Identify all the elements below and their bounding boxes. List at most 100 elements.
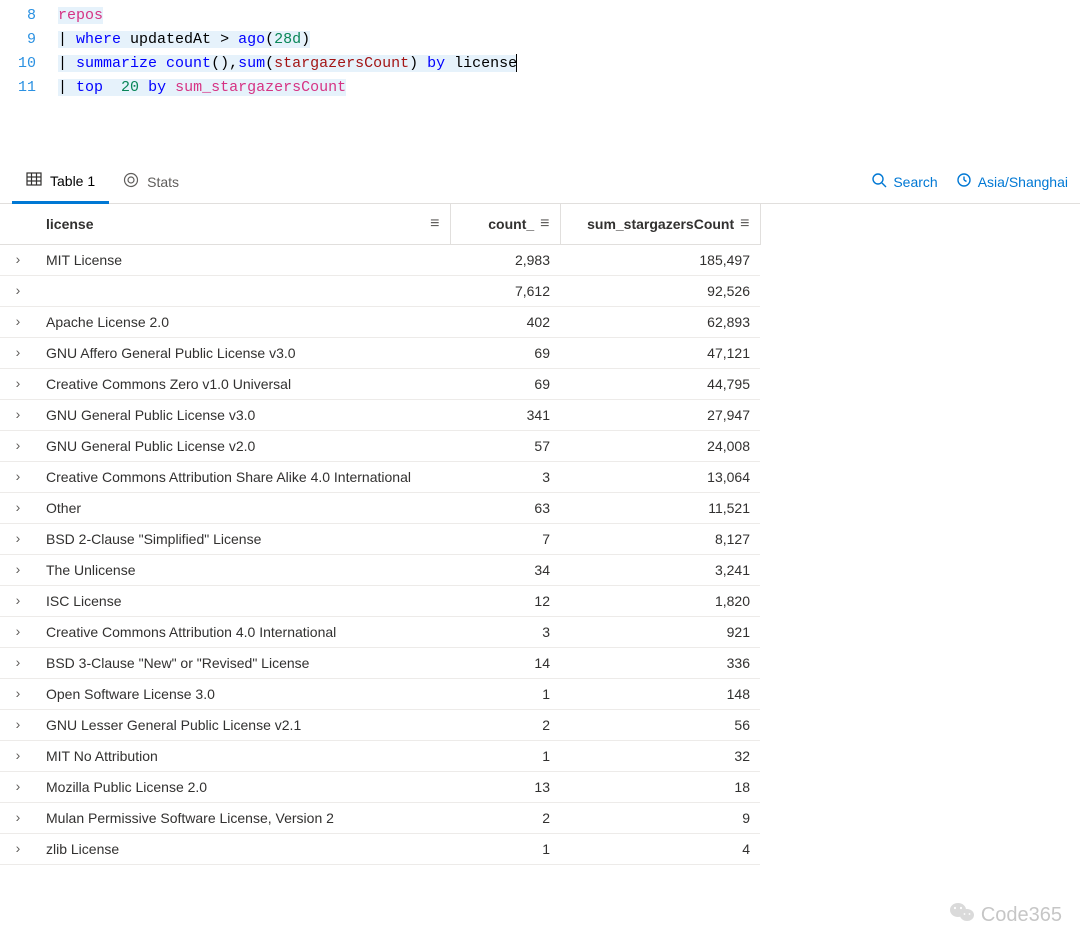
expand-row-button[interactable]: › [0, 740, 36, 771]
cell-sum: 921 [560, 616, 760, 647]
expand-row-button[interactable]: › [0, 275, 36, 306]
cell-sum: 18 [560, 771, 760, 802]
expand-row-button[interactable]: › [0, 523, 36, 554]
tab-stats[interactable]: Stats [109, 160, 193, 203]
table-row[interactable]: ›Mozilla Public License 2.01318 [0, 771, 760, 802]
cell-count: 13 [450, 771, 560, 802]
expand-row-button[interactable]: › [0, 585, 36, 616]
cell-count: 14 [450, 647, 560, 678]
expand-row-button[interactable]: › [0, 430, 36, 461]
table-row[interactable]: ›7,61292,526 [0, 275, 760, 306]
expand-row-button[interactable]: › [0, 554, 36, 585]
expand-row-button[interactable]: › [0, 492, 36, 523]
chevron-right-icon: › [16, 778, 21, 794]
table-row[interactable]: ›BSD 3-Clause "New" or "Revised" License… [0, 647, 760, 678]
expand-row-button[interactable]: › [0, 771, 36, 802]
editor-line[interactable]: 10| summarize count(),sum(stargazersCoun… [0, 52, 1080, 76]
code-content[interactable]: | where updatedAt > ago(28d) [58, 28, 1080, 52]
column-menu-icon[interactable]: ≡ [540, 216, 549, 232]
table-row[interactable]: ›MIT License2,983185,497 [0, 244, 760, 275]
code-content[interactable]: repos [58, 4, 1080, 28]
table-row[interactable]: ›Creative Commons Attribution 4.0 Intern… [0, 616, 760, 647]
cell-count: 2,983 [450, 244, 560, 275]
results-table: license ≡ count_ ≡ sum_stargazersCount ≡… [0, 204, 761, 865]
search-icon [871, 172, 887, 191]
cell-count: 12 [450, 585, 560, 616]
chevron-right-icon: › [16, 313, 21, 329]
search-button[interactable]: Search [871, 172, 937, 191]
expand-row-button[interactable]: › [0, 399, 36, 430]
table-row[interactable]: ›BSD 2-Clause "Simplified" License78,127 [0, 523, 760, 554]
table-row[interactable]: › Mulan Permissive Software License, Vers… [0, 802, 760, 833]
cell-license: GNU General Public License v3.0 [36, 399, 450, 430]
cell-sum: 3,241 [560, 554, 760, 585]
column-expand [0, 204, 36, 244]
cell-license: Open Software License 3.0 [36, 678, 450, 709]
cell-license: Creative Commons Attribution 4.0 Interna… [36, 616, 450, 647]
timezone-button[interactable]: Asia/Shanghai [956, 172, 1068, 191]
cell-count: 69 [450, 368, 560, 399]
cell-count: 69 [450, 337, 560, 368]
code-content[interactable]: | summarize count(),sum(stargazersCount)… [58, 52, 1080, 76]
chevron-right-icon: › [16, 344, 21, 360]
editor-line[interactable]: 8repos [0, 4, 1080, 28]
text-cursor [516, 54, 517, 72]
expand-row-button[interactable]: › [0, 244, 36, 275]
chevron-right-icon: › [16, 685, 21, 701]
line-number: 8 [0, 4, 58, 28]
column-menu-icon[interactable]: ≡ [430, 216, 439, 232]
table-row[interactable]: ›MIT No Attribution132 [0, 740, 760, 771]
table-row[interactable]: ›GNU Lesser General Public License v2.12… [0, 709, 760, 740]
cell-license: MIT No Attribution [36, 740, 450, 771]
expand-row-button[interactable]: › [0, 833, 36, 864]
cell-sum: 27,947 [560, 399, 760, 430]
cell-sum: 8,127 [560, 523, 760, 554]
chevron-right-icon: › [16, 406, 21, 422]
column-menu-icon[interactable]: ≡ [740, 216, 749, 232]
chevron-right-icon: › [16, 840, 21, 856]
cell-sum: 9 [560, 802, 760, 833]
cell-license: Mulan Permissive Software License, Versi… [36, 802, 450, 833]
table-row[interactable]: ›GNU General Public License v2.05724,008 [0, 430, 760, 461]
query-editor[interactable]: 8repos9| where updatedAt > ago(28d)10| s… [0, 0, 1080, 160]
cell-sum: 32 [560, 740, 760, 771]
table-row[interactable]: ›Apache License 2.040262,893 [0, 306, 760, 337]
table-row[interactable]: ›Creative Commons Zero v1.0 Universal694… [0, 368, 760, 399]
cell-count: 1 [450, 678, 560, 709]
table-row[interactable]: ›The Unlicense343,241 [0, 554, 760, 585]
chevron-right-icon: › [16, 592, 21, 608]
table-row[interactable]: ›Other6311,521 [0, 492, 760, 523]
editor-line[interactable]: 11| top 20 by sum_stargazersCount [0, 76, 1080, 100]
expand-row-button[interactable]: › [0, 678, 36, 709]
table-row[interactable]: ›ISC License121,820 [0, 585, 760, 616]
cell-sum: 336 [560, 647, 760, 678]
column-count[interactable]: count_ ≡ [450, 204, 560, 244]
expand-row-button[interactable]: › [0, 709, 36, 740]
expand-row-button[interactable]: › [0, 368, 36, 399]
cell-sum: 13,064 [560, 461, 760, 492]
table-row[interactable]: › Open Software License 3.01148 [0, 678, 760, 709]
expand-row-button[interactable]: › [0, 306, 36, 337]
chevron-right-icon: › [16, 809, 21, 825]
tab-table[interactable]: Table 1 [12, 161, 109, 204]
code-content[interactable]: | top 20 by sum_stargazersCount [58, 76, 1080, 100]
expand-row-button[interactable]: › [0, 337, 36, 368]
chevron-right-icon: › [16, 468, 21, 484]
cell-license: GNU Affero General Public License v3.0 [36, 337, 450, 368]
chevron-right-icon: › [16, 654, 21, 670]
cell-sum: 148 [560, 678, 760, 709]
expand-row-button[interactable]: › [0, 802, 36, 833]
line-number: 11 [0, 76, 58, 100]
expand-row-button[interactable]: › [0, 616, 36, 647]
table-row[interactable]: ›zlib License14 [0, 833, 760, 864]
table-row[interactable]: › GNU Affero General Public License v3.06… [0, 337, 760, 368]
column-license[interactable]: license ≡ [36, 204, 450, 244]
column-sum[interactable]: sum_stargazersCount ≡ [560, 204, 760, 244]
expand-row-button[interactable]: › [0, 461, 36, 492]
editor-line[interactable]: 9| where updatedAt > ago(28d) [0, 28, 1080, 52]
table-row[interactable]: ›GNU General Public License v3.034127,94… [0, 399, 760, 430]
table-row[interactable]: ›Creative Commons Attribution Share Alik… [0, 461, 760, 492]
expand-row-button[interactable]: › [0, 647, 36, 678]
table-icon [26, 171, 42, 190]
cell-license [36, 275, 450, 306]
